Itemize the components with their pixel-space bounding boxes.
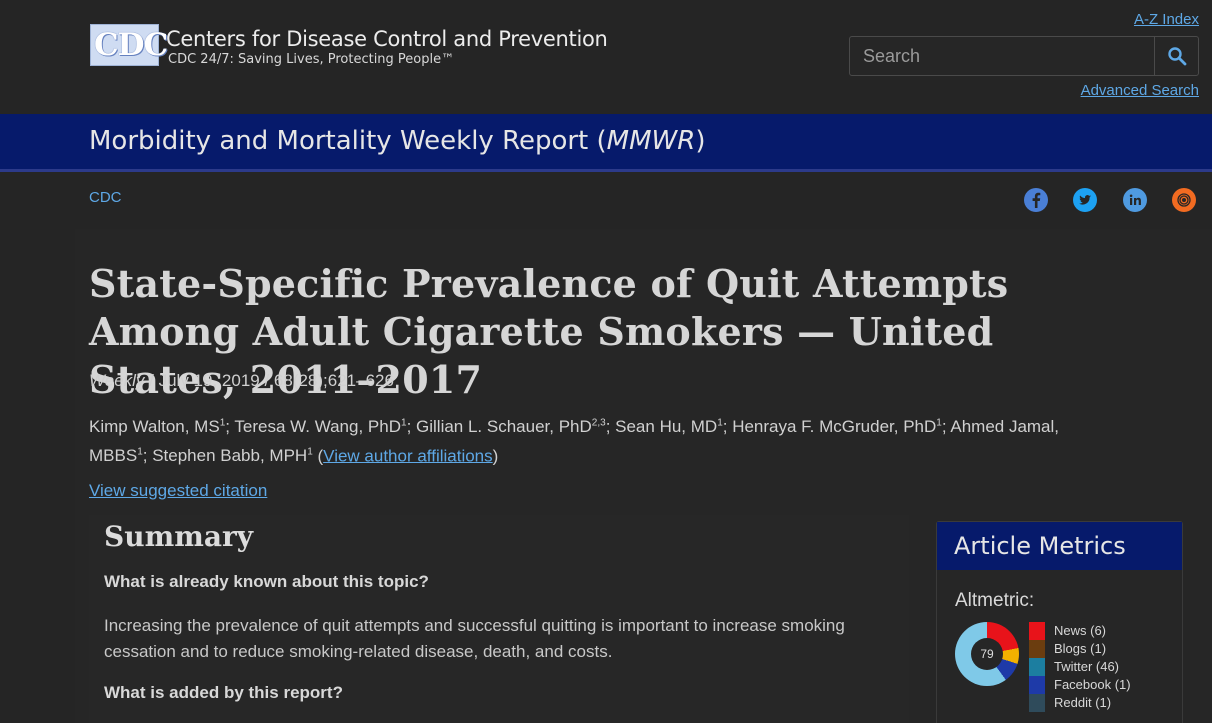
org-name[interactable]: Centers for Disease Control and Preventi… xyxy=(166,27,608,51)
metrics-header: Article Metrics xyxy=(937,522,1182,570)
summary-question-known: What is already known about this topic? xyxy=(104,572,429,591)
mmwr-banner: Morbidity and Mortality Weekly Report (M… xyxy=(0,114,1212,172)
banner-title-italic: MMWR xyxy=(606,126,696,156)
org-tagline: CDC 24/7: Saving Lives, Protecting Peopl… xyxy=(168,52,455,67)
banner-title[interactable]: Morbidity and Mortality Weekly Report (M… xyxy=(89,126,705,156)
altmetric-source-bar xyxy=(1029,640,1045,658)
syndicate-button[interactable] xyxy=(1172,188,1196,212)
search-button[interactable] xyxy=(1154,37,1198,75)
summary-question-added: What is added by this report? xyxy=(104,683,343,702)
author-name: Henraya F. McGruder, PhD xyxy=(732,416,937,436)
altmetric-label: Altmetric: xyxy=(955,590,1035,611)
linkedin-button[interactable] xyxy=(1123,188,1147,212)
author-list: Kimp Walton, MS1; Teresa W. Wang, PhD1; … xyxy=(89,410,1189,469)
altmetric-source-bar xyxy=(1029,694,1045,712)
logo-text: CDC xyxy=(94,27,168,63)
syndicate-icon xyxy=(1177,193,1191,207)
author-name: Stephen Babb, MPH xyxy=(152,446,308,466)
altmetric-source-label[interactable]: Twitter (46) xyxy=(1054,659,1119,674)
altmetric-source-label[interactable]: Reddit (1) xyxy=(1054,695,1111,710)
facebook-icon xyxy=(1032,192,1041,208)
author-separator: ; xyxy=(605,416,616,436)
altmetric-source-label[interactable]: Blogs (1) xyxy=(1054,641,1106,656)
author-name: Gillian L. Schauer, PhD xyxy=(416,416,592,436)
author-separator: ; xyxy=(142,446,153,466)
author-name: Teresa W. Wang, PhD xyxy=(234,416,401,436)
altmetric-source-label[interactable]: Facebook (1) xyxy=(1054,677,1131,692)
metrics-title: Article Metrics xyxy=(954,532,1126,560)
author-affiliation-number: 2,3 xyxy=(591,417,606,428)
breadcrumb-cdc[interactable]: CDC xyxy=(89,189,122,206)
search-icon xyxy=(1167,47,1186,66)
publication-date: / July 19, 2019 / 68(28);621–626 xyxy=(144,371,394,390)
publication-line: Weekly / July 19, 2019 / 68(28);621–626 xyxy=(89,371,394,391)
advanced-search-link[interactable]: Advanced Search xyxy=(1081,82,1199,99)
az-index-link[interactable]: A-Z Index xyxy=(1134,11,1199,28)
author-name: Kimp Walton, MS xyxy=(89,416,220,436)
banner-title-suffix: ) xyxy=(695,126,706,156)
view-suggested-citation-link[interactable]: View suggested citation xyxy=(89,481,267,501)
search-box xyxy=(849,36,1199,76)
site-header: CDC Centers for Disease Control and Prev… xyxy=(0,0,1212,114)
affil-close-paren: ) xyxy=(492,446,499,466)
author-name: Sean Hu, MD xyxy=(615,416,718,436)
altmetric-source-bar xyxy=(1029,622,1045,640)
altmetric-source-label[interactable]: News (6) xyxy=(1054,623,1106,638)
twitter-icon xyxy=(1079,195,1091,205)
cdc-logo[interactable]: CDC xyxy=(90,24,168,66)
altmetric-source-bar xyxy=(1029,658,1045,676)
altmetric-score: 79 xyxy=(971,638,1003,670)
view-author-affiliations-link[interactable]: View author affiliations xyxy=(323,446,492,465)
altmetric-source-bar xyxy=(1029,676,1045,694)
publication-type: Weekly xyxy=(89,371,145,390)
author-separator: ; xyxy=(722,416,733,436)
search-input[interactable] xyxy=(850,37,1155,75)
twitter-button[interactable] xyxy=(1073,188,1097,212)
banner-title-prefix: Morbidity and Mortality Weekly Report ( xyxy=(89,126,607,156)
facebook-button[interactable] xyxy=(1024,188,1048,212)
summary-heading: Summary xyxy=(104,520,253,553)
article-metrics-panel: Article Metrics Altmetric: 79 News (6) Bl… xyxy=(936,521,1183,723)
linkedin-icon xyxy=(1129,194,1141,205)
altmetric-donut[interactable]: 79 xyxy=(955,622,1019,686)
author-separator: ; xyxy=(406,416,417,436)
summary-answer-known: Increasing the prevalence of quit attemp… xyxy=(104,616,845,661)
